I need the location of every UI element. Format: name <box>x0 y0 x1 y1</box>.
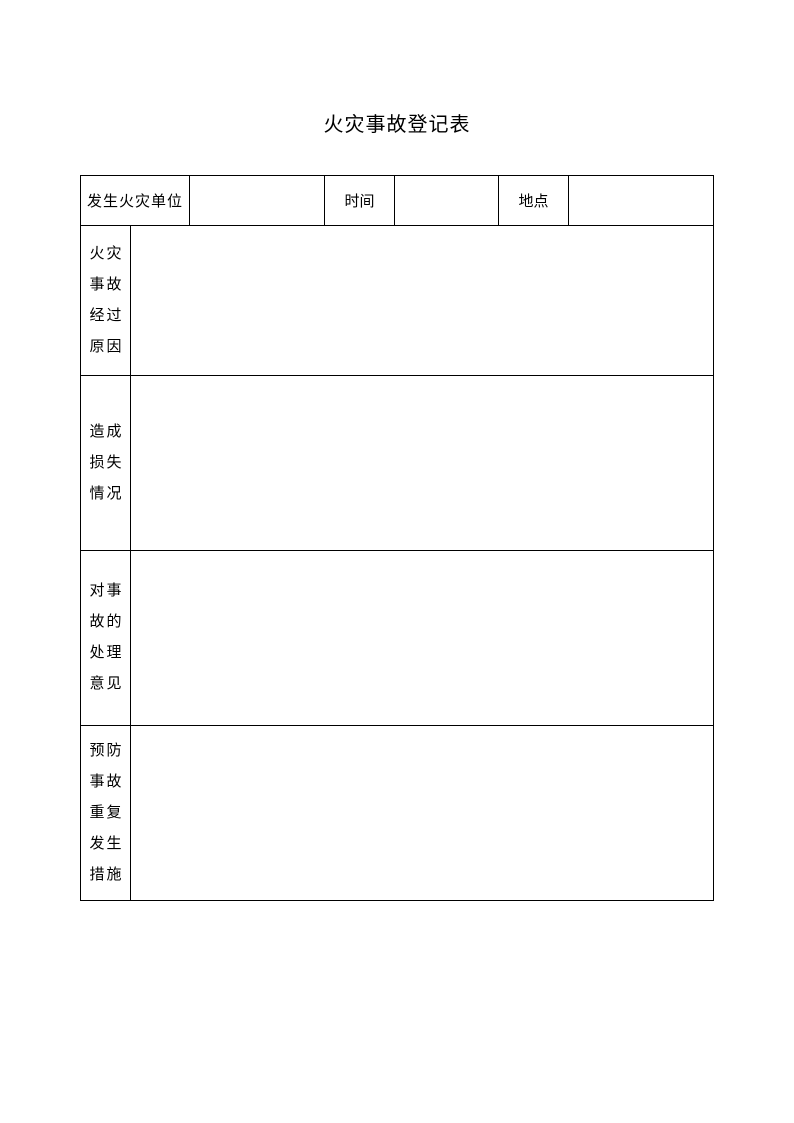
table-row-damage: 造成 损失 情况 <box>81 376 714 551</box>
fire-incident-form-table: 发生火灾单位 时间 地点 火灾 事故 经过 原因 造成 损失 情况 对事 故的 … <box>80 175 714 901</box>
value-prevention[interactable] <box>131 726 714 901</box>
label-char: 重复 <box>90 806 122 821</box>
label-char: 故的 <box>90 615 122 630</box>
label-char: 原因 <box>90 340 122 355</box>
label-char: 预防 <box>90 744 122 759</box>
label-char: 处理 <box>90 646 122 661</box>
label-damage: 造成 损失 情况 <box>81 376 131 551</box>
label-unit: 发生火灾单位 <box>81 176 190 226</box>
table-row-prevention: 预防 事故 重复 发生 措施 <box>81 726 714 901</box>
value-opinion[interactable] <box>131 551 714 726</box>
label-char: 措施 <box>90 868 122 883</box>
label-char: 火灾 <box>90 247 122 262</box>
label-char: 情况 <box>90 487 122 502</box>
label-place: 地点 <box>499 176 569 226</box>
label-process: 火灾 事故 经过 原因 <box>81 226 131 376</box>
table-header-row: 发生火灾单位 时间 地点 <box>81 176 714 226</box>
label-prevention: 预防 事故 重复 发生 措施 <box>81 726 131 901</box>
label-char: 损失 <box>90 456 122 471</box>
value-place[interactable] <box>569 176 714 226</box>
value-damage[interactable] <box>131 376 714 551</box>
label-char: 对事 <box>90 584 122 599</box>
table-row-process: 火灾 事故 经过 原因 <box>81 226 714 376</box>
label-char: 经过 <box>90 309 122 324</box>
label-opinion: 对事 故的 处理 意见 <box>81 551 131 726</box>
value-process[interactable] <box>131 226 714 376</box>
label-char: 发生 <box>90 837 122 852</box>
value-time[interactable] <box>395 176 499 226</box>
label-char: 造成 <box>90 425 122 440</box>
label-char: 意见 <box>90 677 122 692</box>
value-unit[interactable] <box>190 176 325 226</box>
label-char: 事故 <box>90 278 122 293</box>
label-time: 时间 <box>325 176 395 226</box>
table-row-opinion: 对事 故的 处理 意见 <box>81 551 714 726</box>
label-char: 事故 <box>90 775 122 790</box>
page-title: 火灾事故登记表 <box>0 0 794 137</box>
